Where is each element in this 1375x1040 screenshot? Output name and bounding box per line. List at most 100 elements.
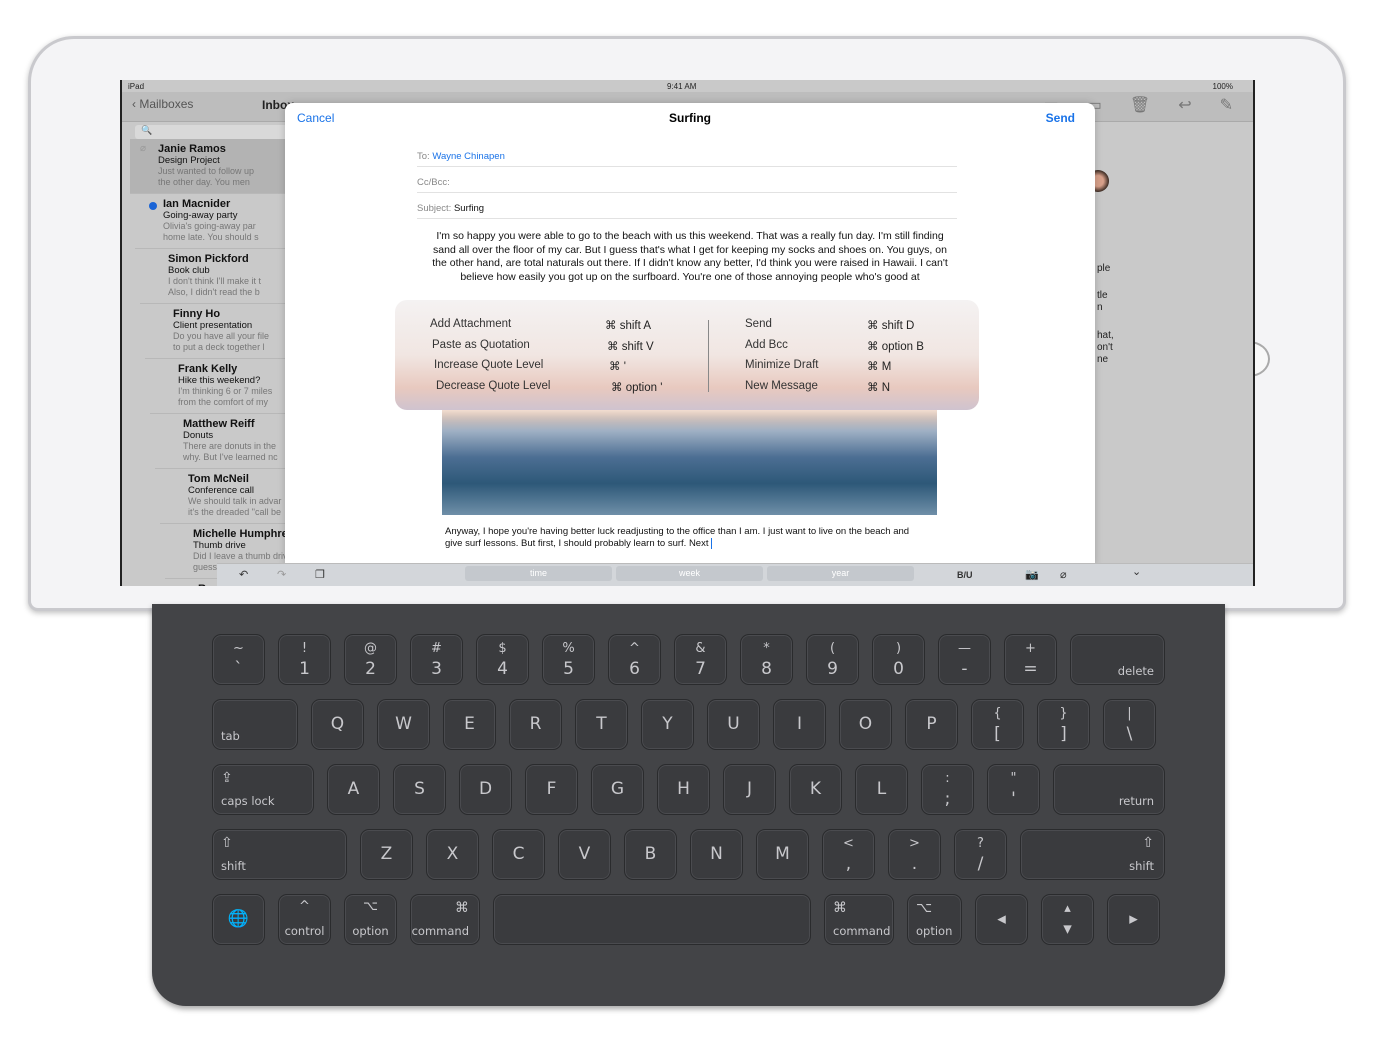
camera-icon[interactable]: 📷: [1025, 568, 1039, 581]
key-symbol[interactable]: | \: [1103, 699, 1156, 750]
key-legend: ': [1011, 789, 1016, 809]
key-n[interactable]: N: [690, 829, 743, 880]
key-legend: =: [1023, 659, 1038, 679]
key-delete[interactable]: delete: [1070, 634, 1165, 685]
key-symbol[interactable]: 🌐: [212, 894, 265, 945]
key-k[interactable]: K: [789, 764, 842, 815]
prediction-3[interactable]: year: [767, 566, 914, 581]
key-symbol[interactable]: }]: [1037, 699, 1090, 750]
key-symbol[interactable]: ▸: [1107, 894, 1160, 945]
key-symbol[interactable]: :;: [921, 764, 974, 815]
key-symbol[interactable]: ◂: [975, 894, 1028, 945]
to-field[interactable]: To: Wayne Chinapen: [417, 141, 957, 167]
key-y[interactable]: Y: [641, 699, 694, 750]
send-button[interactable]: Send: [1046, 111, 1075, 125]
key-tab[interactable]: tab: [212, 699, 298, 750]
attachment-icon: ⌀: [140, 143, 147, 154]
key-w[interactable]: W: [377, 699, 430, 750]
key-3[interactable]: #3: [410, 634, 463, 685]
key-2[interactable]: @2: [344, 634, 397, 685]
key-symbol[interactable]: <,: [822, 829, 875, 880]
key-z[interactable]: Z: [360, 829, 413, 880]
undo-icon[interactable]: ↶: [239, 568, 248, 581]
key-command[interactable]: command ⌘: [824, 894, 894, 945]
key-o[interactable]: O: [839, 699, 892, 750]
key-legend: option: [916, 924, 953, 938]
key-8[interactable]: * 8: [740, 634, 793, 685]
key-u[interactable]: U: [707, 699, 760, 750]
key-9[interactable]: (9: [806, 634, 859, 685]
hide-keyboard-icon[interactable]: ⌄: [1132, 565, 1141, 578]
key-q[interactable]: Q: [311, 699, 364, 750]
key-i[interactable]: I: [773, 699, 826, 750]
key-symbol[interactable]: + =: [1004, 634, 1057, 685]
subject-field[interactable]: Subject: Surfing: [417, 193, 957, 219]
key-x[interactable]: X: [426, 829, 479, 880]
key-g[interactable]: G: [591, 764, 644, 815]
key-symbol[interactable]: — -: [938, 634, 991, 685]
key-symbol[interactable]: ? /: [954, 829, 1007, 880]
prediction-2[interactable]: week: [616, 566, 763, 581]
key-legend: ): [895, 641, 902, 656]
key-e[interactable]: E: [443, 699, 496, 750]
key-legend: }: [1059, 706, 1068, 721]
smart-keyboard: ~ ` ! 1 @2 #3 $4 % 5 ^ 6 & 7 * 8 (9 ) 0 — - + = delete tab Q W E R T…: [152, 604, 1225, 1006]
key-6[interactable]: ^ 6: [608, 634, 661, 685]
key-1[interactable]: ! 1: [278, 634, 331, 685]
key-t[interactable]: T: [575, 699, 628, 750]
key-p[interactable]: P: [905, 699, 958, 750]
key-symbol[interactable]: >.: [888, 829, 941, 880]
key-r[interactable]: R: [509, 699, 562, 750]
key-a[interactable]: A: [327, 764, 380, 815]
key-symbol[interactable]: ~ `: [212, 634, 265, 685]
key-v[interactable]: V: [558, 829, 611, 880]
key-c[interactable]: C: [492, 829, 545, 880]
key-space[interactable]: [493, 894, 811, 945]
key-command[interactable]: command ⌘: [410, 894, 480, 945]
reply-icon[interactable]: ↩: [1178, 95, 1191, 115]
key-control[interactable]: control ^: [278, 894, 331, 945]
key-row: ~ ` ! 1 @2 #3 $4 % 5 ^ 6 & 7 * 8 (9 ) 0 — - + = delete: [212, 634, 1165, 685]
key-caps-lock[interactable]: caps lock ⇪: [212, 764, 314, 815]
key-m[interactable]: M: [756, 829, 809, 880]
key-symbol[interactable]: ▴ ▾: [1041, 894, 1094, 945]
key-return[interactable]: return: [1053, 764, 1165, 815]
key-symbol[interactable]: " ': [987, 764, 1040, 815]
key-5[interactable]: % 5: [542, 634, 595, 685]
key-legend: ~: [233, 641, 244, 656]
key-0[interactable]: ) 0: [872, 634, 925, 685]
attachment-icon[interactable]: ⌀: [1060, 568, 1067, 581]
to-recipient[interactable]: Wayne Chinapen: [432, 151, 505, 162]
redo-icon[interactable]: ↷: [277, 568, 286, 581]
key-j[interactable]: J: [723, 764, 776, 815]
key-h[interactable]: H: [657, 764, 710, 815]
prediction-1[interactable]: time: [465, 566, 612, 581]
key-7[interactable]: & 7: [674, 634, 727, 685]
shortcut-name: Minimize Draft: [745, 359, 819, 371]
key-legend: A: [347, 779, 360, 799]
message-body-continued[interactable]: Anyway, I hope you're having better luck…: [445, 526, 925, 550]
key-shift[interactable]: shift ⇧: [1020, 829, 1165, 880]
key-b[interactable]: B: [624, 829, 677, 880]
key-symbol[interactable]: {[: [971, 699, 1024, 750]
key-4[interactable]: $4: [476, 634, 529, 685]
key-option[interactable]: option ⌥: [907, 894, 962, 945]
key-f[interactable]: F: [525, 764, 578, 815]
key-option[interactable]: option ⌥: [344, 894, 397, 945]
key-l[interactable]: L: [855, 764, 908, 815]
key-legend: <: [843, 836, 854, 851]
key-s[interactable]: S: [393, 764, 446, 815]
shortcut-item: Minimize Draft ⌘ M: [745, 359, 924, 380]
ccbcc-field[interactable]: Cc/Bcc:: [417, 167, 957, 193]
back-button[interactable]: ‹ Mailboxes: [132, 97, 193, 111]
format-button[interactable]: B/U: [957, 570, 973, 580]
compose-icon[interactable]: ✎: [1220, 95, 1233, 115]
key-shift[interactable]: shift ⇧: [212, 829, 347, 880]
shortcut-keys: ⌘ shift V: [607, 340, 654, 353]
message-body[interactable]: I'm so happy you were able to go to the …: [425, 230, 955, 284]
subject-label: Subject:: [417, 203, 452, 214]
battery-level: 100%: [1212, 82, 1233, 91]
key-d[interactable]: D: [459, 764, 512, 815]
trash-icon[interactable]: 🗑: [1130, 95, 1150, 115]
paste-icon[interactable]: ❐: [315, 568, 325, 581]
